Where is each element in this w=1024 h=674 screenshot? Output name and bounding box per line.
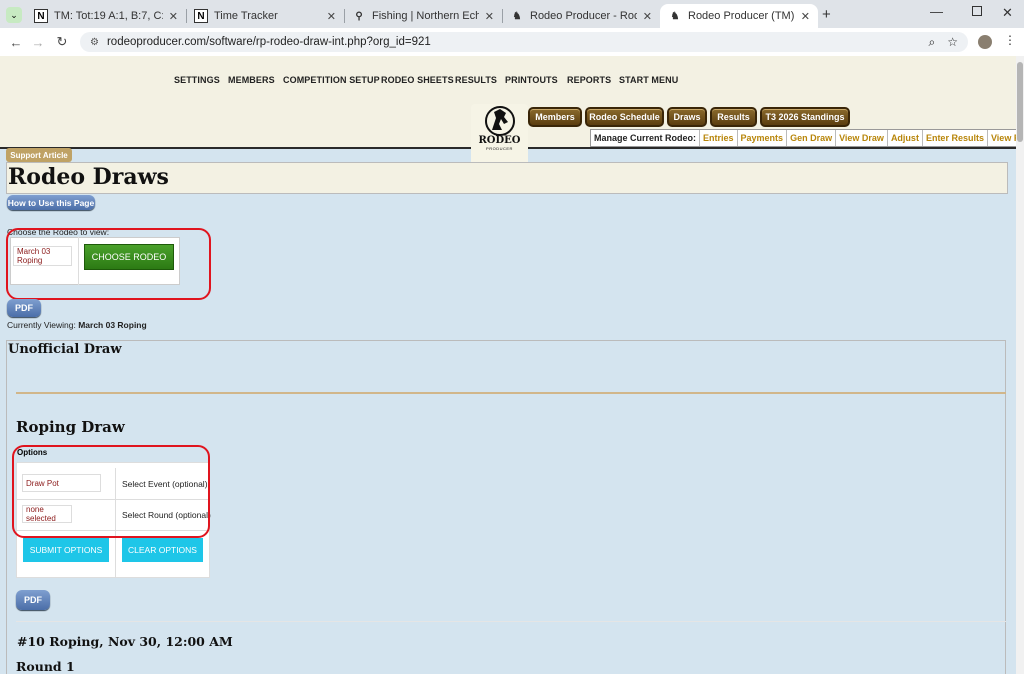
link-enter-results[interactable]: Enter Results	[923, 130, 988, 146]
pdf-button[interactable]: PDF	[7, 299, 41, 317]
browser-tab-2[interactable]: N Time Tracker ✕	[186, 4, 344, 28]
viewing-value: March 03 Roping	[78, 320, 147, 330]
notion-icon: N	[194, 9, 208, 23]
close-tab-icon[interactable]: ✕	[637, 10, 652, 23]
zoom-icon[interactable]: ⌕	[929, 35, 936, 50]
tab-title: Rodeo Producer - Rodeo Setup	[530, 10, 637, 22]
profile-avatar[interactable]	[978, 35, 992, 49]
scrollbar[interactable]	[1016, 56, 1024, 674]
link-entries[interactable]: Entries	[700, 130, 738, 146]
tab-title: Rodeo Producer (TM) - Rodeo D	[688, 10, 795, 22]
menu-results[interactable]: RESULTS	[455, 75, 497, 85]
link-gen-draw[interactable]: Gen Draw	[787, 130, 837, 146]
results-button[interactable]: Results	[710, 107, 757, 127]
roping-draw-heading: Roping Draw	[16, 418, 125, 436]
menu-members[interactable]: MEMBERS	[228, 75, 275, 85]
manage-current-rodeo-bar: Manage Current Rodeo: Entries Payments G…	[590, 129, 1016, 147]
support-article-tab[interactable]: Support Article	[6, 148, 72, 162]
draws-button[interactable]: Draws	[667, 107, 707, 127]
close-window-icon[interactable]: ✕	[1002, 5, 1013, 21]
round-heading: Round 1	[16, 659, 75, 674]
tab-title: TM: Tot:19 A:1, B:7, C:8, D:1, E:2	[54, 10, 163, 22]
close-tab-icon[interactable]: ✕	[795, 10, 810, 23]
horse-logo-icon	[484, 106, 515, 136]
notion-icon: N	[34, 9, 48, 23]
address-bar[interactable]: ⚙ rodeoproducer.com/software/rp-rodeo-dr…	[80, 32, 968, 52]
fishing-icon: ⚲	[355, 10, 363, 22]
site-info-icon[interactable]: ⚙	[90, 37, 99, 48]
event-heading: #10 Roping, Nov 30, 12:00 AM	[17, 634, 233, 649]
highlight-outline	[12, 445, 210, 538]
browser-menu-icon[interactable]: ⋮	[1004, 33, 1016, 47]
new-tab-icon[interactable]: +	[822, 6, 831, 23]
highlight-outline	[6, 228, 211, 300]
close-tab-icon[interactable]: ✕	[479, 10, 494, 23]
browser-tab-3[interactable]: ⚲ Fishing | Northern Echo Lodge ✕	[344, 4, 502, 28]
tab-title: Fishing | Northern Echo Lodge	[372, 10, 479, 22]
browser-tab-1[interactable]: N TM: Tot:19 A:1, B:7, C:8, D:1, E:2 ✕	[26, 4, 186, 28]
browser-tab-5[interactable]: ♞ Rodeo Producer (TM) - Rodeo D ✕	[660, 4, 818, 28]
maximize-icon[interactable]	[972, 6, 982, 16]
tab-search-button[interactable]: ⌄	[6, 7, 22, 23]
link-payments[interactable]: Payments	[738, 130, 788, 146]
logo-subtext: PRODUCER	[486, 146, 513, 151]
menu-reports[interactable]: REPORTS	[567, 75, 611, 85]
link-view-draw[interactable]: View Draw	[836, 130, 888, 146]
rodeo-icon: ♞	[512, 10, 522, 22]
reload-icon[interactable]: ↻	[52, 32, 72, 52]
browser-tab-4[interactable]: ♞ Rodeo Producer - Rodeo Setup ✕	[502, 4, 660, 28]
clear-options-button[interactable]: CLEAR OPTIONS	[122, 538, 203, 562]
menu-settings[interactable]: SETTINGS	[174, 75, 220, 85]
close-tab-icon[interactable]: ✕	[163, 10, 178, 23]
link-adjust[interactable]: Adjust	[888, 130, 923, 146]
page-title: Rodeo Draws	[8, 164, 169, 190]
logo-text: RODEO	[478, 135, 521, 146]
submit-options-button[interactable]: SUBMIT OPTIONS	[23, 538, 109, 562]
url-text: rodeoproducer.com/software/rp-rodeo-draw…	[106, 36, 431, 48]
back-icon[interactable]: ←	[6, 32, 26, 52]
scrollbar-thumb[interactable]	[1017, 62, 1023, 142]
close-tab-icon[interactable]: ✕	[321, 10, 336, 23]
how-to-button[interactable]: How to Use this Page	[7, 195, 95, 210]
members-button[interactable]: Members	[528, 107, 582, 127]
menu-start-menu[interactable]: START MENU	[619, 75, 678, 85]
page-content: SETTINGS MEMBERS COMPETITION SETUP RODEO…	[0, 56, 1016, 674]
tab-title: Time Tracker	[214, 10, 278, 22]
pdf-button-2[interactable]: PDF	[16, 590, 50, 610]
manage-label: Manage Current Rodeo:	[591, 130, 701, 146]
menu-competition-setup[interactable]: COMPETITION SETUP	[283, 75, 380, 85]
menu-printouts[interactable]: PRINTOUTS	[505, 75, 558, 85]
link-view-results[interactable]: View Results	[988, 130, 1016, 146]
minimize-icon[interactable]: —	[930, 4, 943, 19]
menu-rodeo-sheets[interactable]: RODEO SHEETS	[381, 75, 454, 85]
currently-viewing: Currently Viewing: March 03 Roping	[7, 320, 147, 330]
rodeo-producer-logo[interactable]: RODEO PRODUCER	[471, 104, 528, 166]
divider	[16, 621, 1006, 622]
unofficial-draw-heading: Unofficial Draw	[8, 342, 122, 357]
forward-icon[interactable]: →	[28, 32, 48, 52]
rodeo-schedule-button[interactable]: Rodeo Schedule	[585, 107, 664, 127]
divider	[16, 392, 1006, 394]
standings-button[interactable]: T3 2026 Standings	[760, 107, 850, 127]
bookmark-star-icon[interactable]: ☆	[947, 35, 958, 49]
rodeo-icon: ♞	[670, 10, 680, 22]
tab-bar: ⌄ N TM: Tot:19 A:1, B:7, C:8, D:1, E:2 ✕…	[0, 0, 1024, 28]
viewing-label: Currently Viewing:	[7, 320, 76, 330]
